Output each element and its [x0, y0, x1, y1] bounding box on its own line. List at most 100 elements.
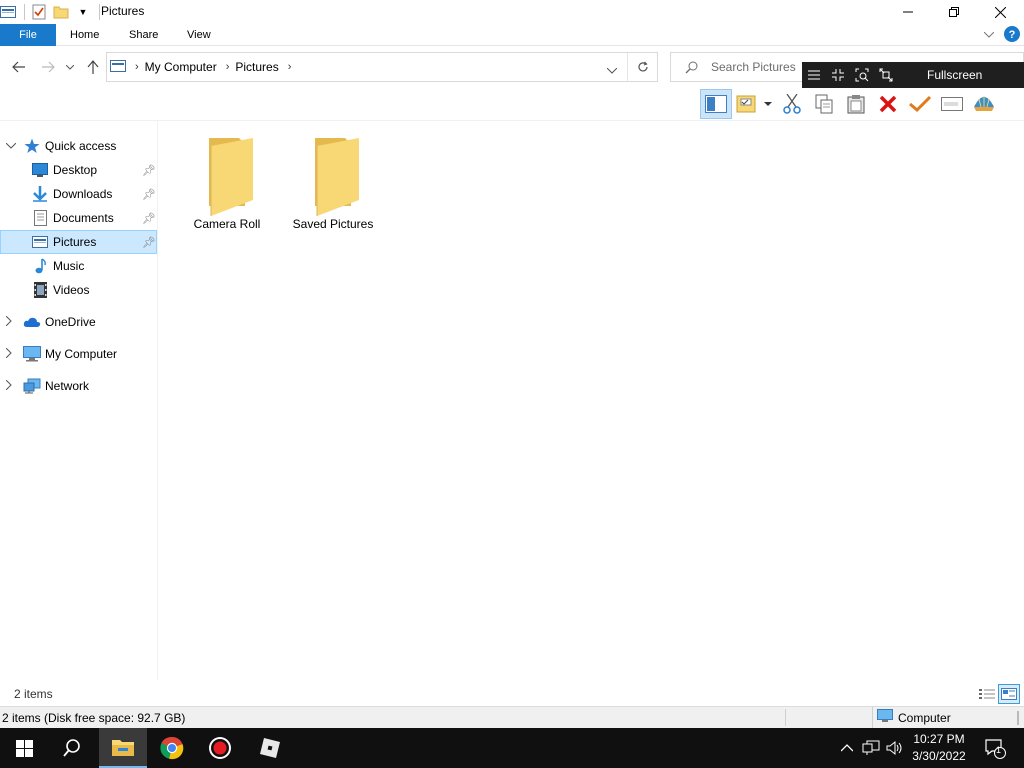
command-toolbar — [700, 88, 1000, 120]
tab-view[interactable]: View — [173, 24, 225, 46]
record-icon[interactable] — [196, 728, 244, 768]
up-button[interactable] — [83, 58, 103, 76]
chrome-icon[interactable] — [148, 728, 196, 768]
pane-splitter[interactable] — [157, 120, 158, 680]
address-history-icon[interactable] — [606, 63, 618, 77]
checkmark-icon[interactable] — [904, 89, 936, 119]
status-bar: 2 items — [0, 682, 1024, 706]
nav-quick-access[interactable]: Quick access — [0, 134, 157, 158]
breadcrumb-pictures[interactable]: Pictures — [235, 60, 278, 74]
computer-icon — [877, 709, 893, 726]
collapse-chevron-icon[interactable] — [5, 141, 17, 152]
nav-label: Quick access — [45, 139, 117, 153]
breadcrumb-separator[interactable]: › — [288, 61, 292, 73]
search-icon[interactable] — [48, 728, 96, 768]
resize-grip-icon[interactable] — [1017, 711, 1019, 725]
expand-chevron-icon[interactable] — [5, 315, 16, 329]
roblox-icon[interactable] — [246, 728, 294, 768]
customize-qat-icon[interactable]: ▼ — [75, 4, 91, 20]
refresh-icon[interactable] — [627, 53, 657, 81]
window-title: Pictures — [101, 4, 145, 18]
tab-home[interactable]: Home — [56, 24, 113, 46]
large-icons-view-icon[interactable] — [998, 684, 1020, 704]
expand-chevron-icon[interactable] — [5, 379, 16, 393]
tab-file[interactable]: File — [0, 24, 56, 46]
cut-icon[interactable] — [776, 89, 808, 119]
restore-button[interactable] — [931, 0, 977, 24]
nav-item-documents[interactable]: Documents 📌︎ — [0, 206, 157, 230]
breadcrumb-separator[interactable]: › — [226, 61, 230, 73]
system-clock[interactable]: 10:27 PM 3/30/2022 — [905, 731, 973, 765]
nav-label: Pictures — [53, 235, 97, 249]
nav-item-downloads[interactable]: Downloads 📌︎ — [0, 182, 157, 206]
back-button[interactable] — [9, 58, 29, 76]
address-bar[interactable]: › My Computer › Pictures › — [106, 52, 658, 82]
delete-icon[interactable] — [872, 89, 904, 119]
pictures-icon — [32, 234, 48, 250]
show-hidden-icons-icon[interactable] — [838, 728, 856, 768]
properties-icon[interactable] — [31, 4, 47, 20]
fullscreen-label[interactable]: Fullscreen — [927, 68, 982, 82]
nav-item-network[interactable]: Network — [0, 374, 157, 398]
nav-item-pictures[interactable]: Pictures 📌︎ — [0, 230, 157, 254]
rename-icon[interactable] — [936, 89, 968, 119]
pin-icon[interactable]: 📌︎ — [142, 236, 156, 249]
nav-label: OneDrive — [45, 315, 96, 329]
volume-icon[interactable] — [884, 728, 906, 768]
nav-label: Videos — [53, 283, 90, 297]
documents-icon — [32, 210, 48, 226]
paste-icon[interactable] — [840, 89, 872, 119]
navigation-pane: Quick access Desktop 📌︎ Downloads 📌︎ Doc… — [0, 130, 157, 675]
shrink-icon[interactable] — [826, 62, 850, 88]
help-icon[interactable]: ? — [1004, 26, 1020, 45]
title-bar: ▼ Pictures — [0, 0, 1024, 24]
folder-item-camera-roll[interactable]: Camera Roll — [182, 134, 272, 231]
zoom-region-icon[interactable] — [850, 62, 874, 88]
menu-icon[interactable] — [802, 62, 826, 88]
details-view-icon[interactable] — [976, 684, 998, 704]
notifications-icon[interactable]: 1 — [980, 728, 1010, 768]
copy-icon[interactable] — [808, 89, 840, 119]
details-status-bar: 2 items (Disk free space: 92.7 GB) Compu… — [0, 706, 1024, 728]
properties-icon[interactable] — [732, 89, 776, 119]
item-count: 2 items — [14, 687, 53, 701]
preview-pane-icon[interactable] — [700, 89, 732, 119]
recent-locations-button[interactable] — [62, 58, 78, 76]
expand-chevron-icon[interactable] — [5, 347, 16, 361]
shell-icon[interactable] — [968, 89, 1000, 119]
breadcrumb-my-computer[interactable]: My Computer — [145, 60, 217, 74]
nav-item-onedrive[interactable]: OneDrive — [0, 310, 157, 334]
network-tray-icon[interactable] — [860, 728, 882, 768]
rotate-icon[interactable] — [874, 62, 898, 88]
nav-label: My Computer — [45, 347, 118, 361]
new-folder-icon[interactable] — [53, 4, 69, 20]
file-explorer-taskbar-icon[interactable] — [99, 728, 147, 768]
expand-ribbon-icon[interactable] — [983, 30, 995, 41]
breadcrumb-separator[interactable]: › — [135, 61, 139, 73]
start-button[interactable] — [0, 728, 48, 768]
minimize-button[interactable] — [885, 0, 931, 24]
breadcrumb: › My Computer › Pictures › — [107, 53, 300, 81]
nav-item-desktop[interactable]: Desktop 📌︎ — [0, 158, 157, 182]
tab-share[interactable]: Share — [115, 24, 172, 46]
nav-item-videos[interactable]: Videos — [0, 278, 157, 302]
clock-time: 10:27 PM — [913, 732, 965, 746]
network-icon — [23, 378, 41, 394]
star-icon — [24, 138, 40, 154]
pin-icon[interactable]: 📌︎ — [142, 164, 156, 177]
nav-item-music[interactable]: Music — [0, 254, 157, 278]
qat-divider — [99, 4, 100, 20]
forward-button[interactable] — [38, 58, 58, 76]
search-input[interactable]: Search Pictures — [711, 60, 796, 74]
nav-label: Desktop — [53, 163, 98, 177]
videos-icon — [32, 282, 48, 298]
close-button[interactable] — [977, 0, 1023, 24]
search-icon — [685, 61, 698, 77]
folder-item-saved-pictures[interactable]: Saved Pictures — [288, 134, 378, 231]
folder-name: Saved Pictures — [292, 217, 374, 231]
nav-label: Music — [53, 259, 85, 273]
window-icon[interactable] — [0, 4, 16, 20]
pin-icon[interactable]: 📌︎ — [142, 188, 156, 201]
pin-icon[interactable]: 📌︎ — [142, 212, 156, 225]
nav-item-my-computer[interactable]: My Computer — [0, 342, 157, 366]
